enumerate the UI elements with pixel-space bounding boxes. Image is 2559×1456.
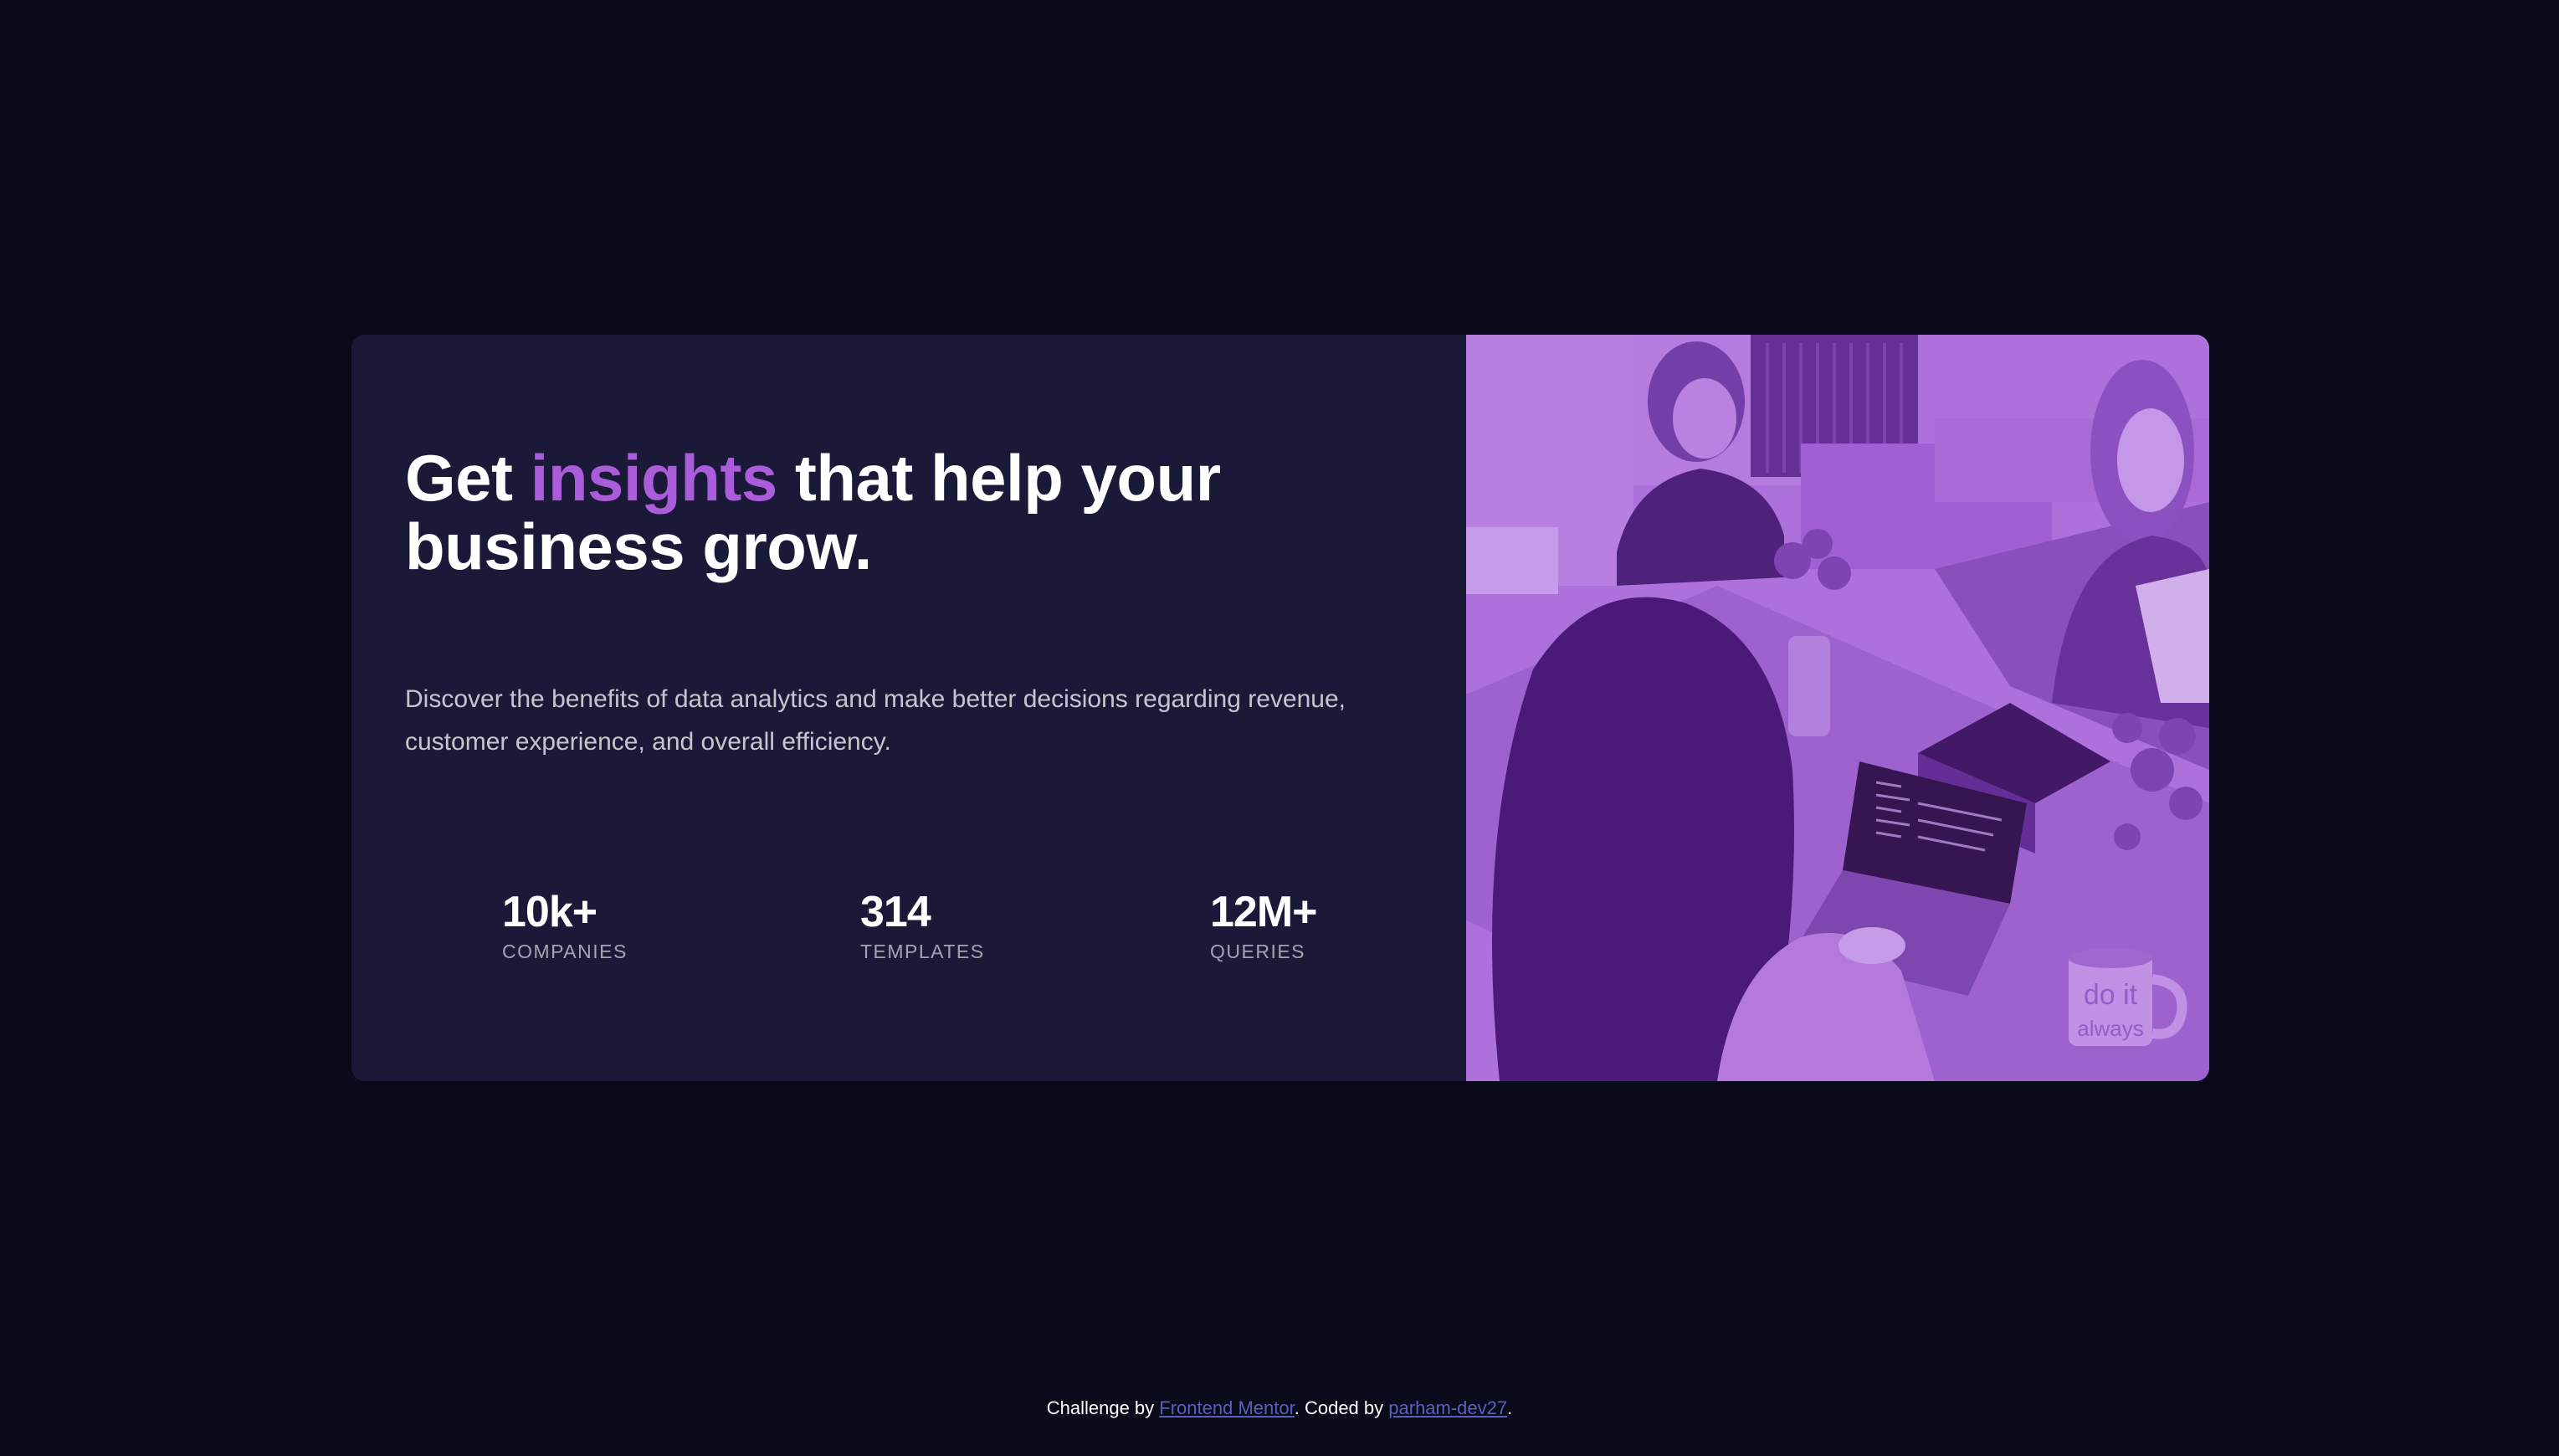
- headline-end: that help your business grow.: [405, 441, 1221, 583]
- stat-value: 10k+: [502, 888, 597, 936]
- attribution-middle: . Coded by: [1294, 1397, 1384, 1418]
- stats-preview-card: Get insights that help your business gro…: [351, 335, 2209, 1081]
- stat-templates: 314 TEMPLATES: [860, 887, 985, 964]
- attribution-suffix: .: [1507, 1397, 1513, 1418]
- stat-label: TEMPLATES: [860, 941, 985, 962]
- author-link[interactable]: parham-dev27: [1388, 1397, 1507, 1418]
- stat-label: COMPANIES: [502, 941, 628, 962]
- headline: Get insights that help your business gro…: [405, 443, 1242, 581]
- attribution-prefix: Challenge by: [1046, 1397, 1155, 1418]
- stat-companies: 10k+ COMPANIES: [502, 887, 628, 964]
- headline-accent: insights: [530, 441, 778, 515]
- stat-value: 12M+: [1210, 888, 1318, 936]
- frontend-mentor-link[interactable]: Frontend Mentor: [1159, 1397, 1294, 1418]
- stat-label: QUERIES: [1210, 941, 1306, 962]
- description: Discover the benefits of data analytics …: [405, 685, 1346, 756]
- office-photo: do it always: [1466, 335, 2209, 1081]
- stat-value: 314: [860, 888, 931, 936]
- card-content: Get insights that help your business gro…: [405, 335, 1443, 1081]
- attribution-footer: Challenge by Frontend Mentor. Coded by p…: [0, 1396, 2559, 1421]
- stat-queries: 12M+ QUERIES: [1210, 887, 1318, 964]
- header-image: do it always: [1466, 335, 2209, 1081]
- headline-start: Get: [405, 441, 513, 515]
